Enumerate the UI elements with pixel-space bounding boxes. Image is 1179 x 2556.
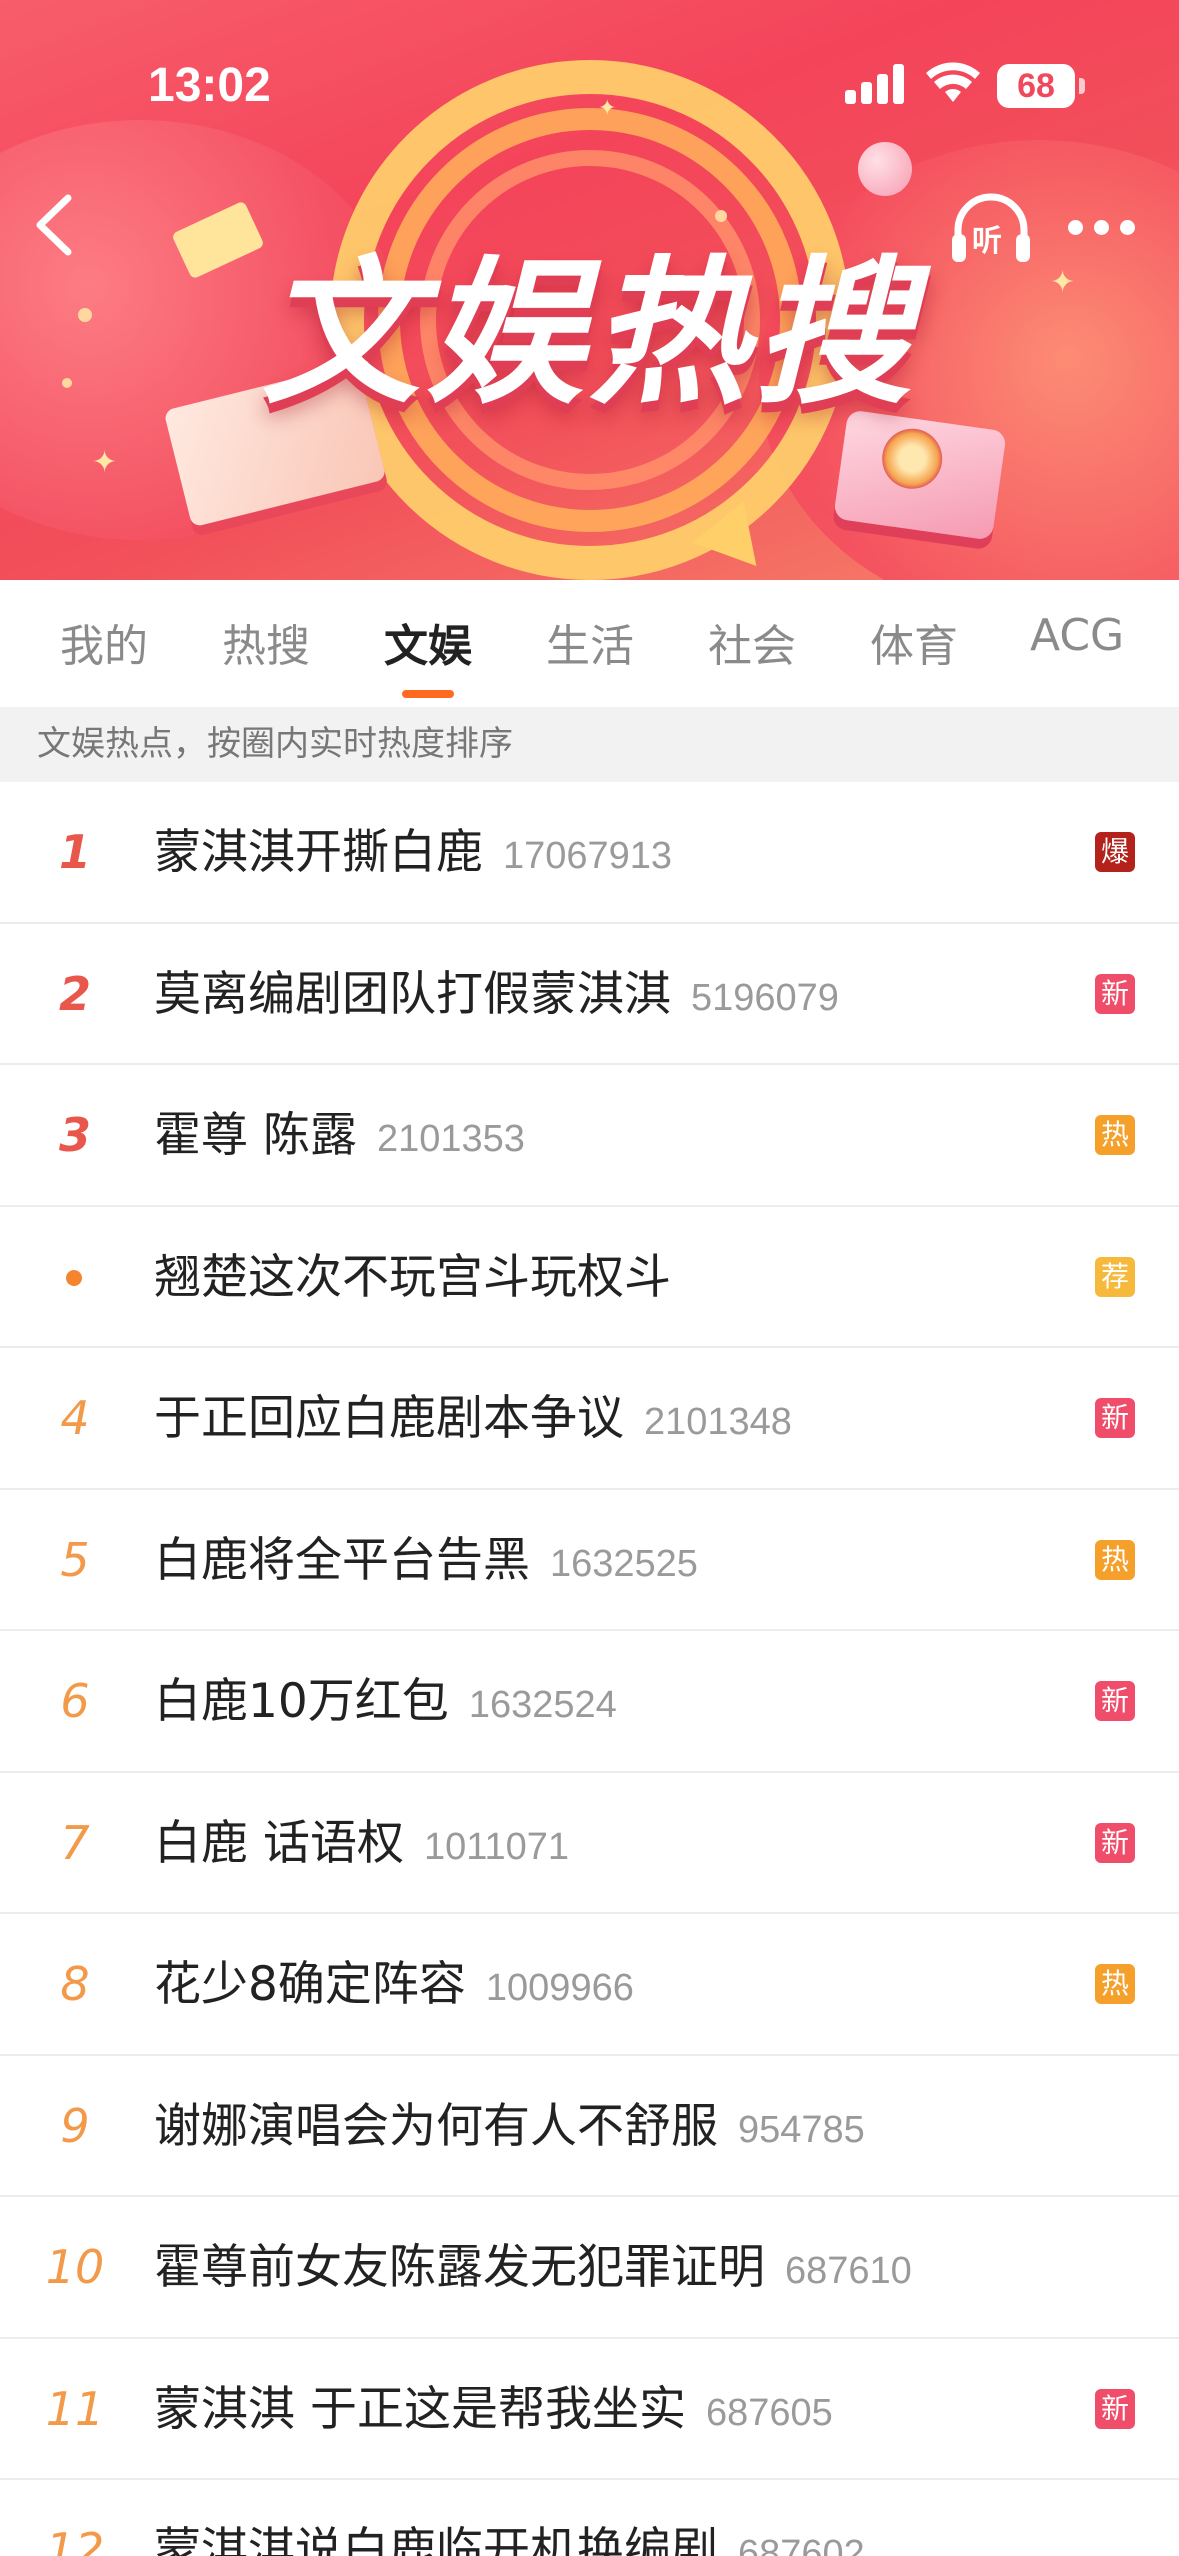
new-badge: 新 (1095, 973, 1135, 1014)
more-options-icon[interactable] (1068, 218, 1138, 238)
tab-life[interactable]: 生活 (546, 610, 634, 690)
hot-badge: 热 (1095, 1964, 1135, 2004)
battery-indicator: 68 (997, 64, 1085, 108)
item-title: 蒙淇淇 于正这是帮我坐实 (154, 2381, 686, 2437)
promoted-list-item[interactable]: 翘楚这次不玩宫斗玩权斗 荐 (0, 1207, 1179, 1348)
hot-badge: 热 (1095, 1539, 1135, 1580)
item-title: 花少8确定阵容 (154, 1957, 466, 2012)
planet-icon (858, 142, 912, 196)
list-item[interactable]: 3 霍尊 陈露 2101353 热 (0, 1065, 1179, 1207)
promoted-dot-icon (66, 1269, 82, 1286)
heat-count: 1011071 (423, 1825, 570, 1868)
banner-dot (715, 210, 727, 222)
back-arrow-icon[interactable] (24, 190, 84, 260)
list-item[interactable]: 6 白鹿10万红包 1632524 新 (0, 1631, 1179, 1773)
heat-count: 2101348 (644, 1401, 792, 1443)
rank-number: 8 (60, 1957, 90, 2011)
heat-count: 687605 (705, 2391, 833, 2434)
heat-count: 17067913 (503, 835, 673, 877)
status-time: 13:02 (148, 59, 271, 112)
item-title: 谢娜演唱会为何有人不舒服 (154, 2098, 718, 2154)
rank-number: 2 (58, 966, 91, 1021)
tab-acg[interactable]: ACG (1030, 610, 1124, 690)
page-title: 文娱热搜 (261, 242, 918, 426)
list-item[interactable]: 5 白鹿将全平台告黑 1632525 热 (0, 1490, 1179, 1631)
item-title: 白鹿 话语权 (154, 1815, 404, 1871)
rank-number: 5 (60, 1532, 90, 1587)
heat-count: 687610 (785, 2250, 912, 2292)
cellular-signal-icon (845, 64, 909, 104)
item-title: 莫离编剧团队打假蒙淇淇 (154, 966, 671, 1022)
category-tabs: 我的 热搜 文娱 生活 社会 体育 ACG (0, 580, 1179, 707)
rank-number: 4 (60, 1391, 90, 1445)
sparkle-icon: ✦ (92, 445, 118, 480)
explosive-badge: 爆 (1095, 832, 1135, 872)
list-item[interactable]: 4 于正回应白鹿剧本争议 2101348 新 (0, 1348, 1179, 1490)
item-title: 白鹿10万红包 (154, 1674, 449, 1729)
new-badge: 新 (1095, 1822, 1135, 1863)
list-item[interactable]: 7 白鹿 话语权 1011071 新 (0, 1773, 1179, 1914)
heat-count: 1009966 (485, 1967, 634, 2009)
hot-search-list: 1 蒙淇淇开撕白鹿 17067913 爆 2 莫离编剧团队打假蒙淇淇 5196079… (0, 782, 1179, 2556)
header-banner: ✦ ✦ ✦ 文娱热搜 13:02 68 听 (0, 0, 1179, 580)
recommended-badge: 荐 (1095, 1256, 1135, 1297)
tab-hot-search[interactable]: 热搜 (222, 610, 310, 690)
item-title: 白鹿将全平台告黑 (154, 1532, 530, 1588)
rank-number: 12 (45, 2523, 105, 2556)
item-title: 于正回应白鹿剧本争议 (154, 1391, 624, 1446)
item-title: 霍尊前女友陈露发无犯罪证明 (154, 2240, 765, 2295)
tab-society[interactable]: 社会 (708, 610, 796, 690)
new-badge: 新 (1095, 1398, 1135, 1438)
listen-label: 听 (972, 224, 1002, 259)
rank-number: 10 (45, 2240, 105, 2294)
list-item[interactable]: 11 蒙淇淇 于正这是帮我坐实 687605 新 (0, 2339, 1179, 2480)
rank-number: 6 (60, 1674, 90, 1728)
list-description: 文娱热点，按圈内实时热度排序 (0, 707, 1179, 782)
tab-mine[interactable]: 我的 (60, 610, 148, 690)
heat-count: 5196079 (691, 976, 839, 1019)
item-title: 蒙淇淇说白鹿临开机换编剧 (154, 2523, 718, 2556)
heat-count: 1632525 (550, 1542, 698, 1585)
rank-number: 7 (60, 1815, 90, 1870)
camera-icon (833, 409, 1007, 541)
heat-count: 1632524 (468, 1684, 617, 1726)
list-item[interactable]: 12 蒙淇淇说白鹿临开机换编剧 687602 (0, 2480, 1179, 2556)
item-title: 蒙淇淇开撕白鹿 (154, 825, 483, 880)
list-item[interactable]: 2 莫离编剧团队打假蒙淇淇 5196079 新 (0, 924, 1179, 1065)
heat-count: 687602 (738, 2533, 865, 2556)
rank-number: 9 (60, 2098, 90, 2153)
list-item[interactable]: 8 花少8确定阵容 1009966 热 (0, 1914, 1179, 2056)
new-badge: 新 (1095, 2388, 1135, 2429)
sparkle-icon: ✦ (598, 96, 617, 121)
tab-entertainment[interactable]: 文娱 (384, 610, 472, 690)
rank-number: 11 (45, 2381, 105, 2436)
list-item[interactable]: 10 霍尊前女友陈露发无犯罪证明 687610 (0, 2197, 1179, 2339)
wifi-icon (926, 62, 980, 102)
active-tab-indicator (402, 690, 454, 698)
rank-number: 1 (58, 825, 91, 879)
heat-count: 2101353 (376, 1118, 525, 1160)
listen-button[interactable]: 听 (948, 190, 1034, 266)
list-item[interactable]: 1 蒙淇淇开撕白鹿 17067913 爆 (0, 782, 1179, 924)
list-item[interactable]: 9 谢娜演唱会为何有人不舒服 954785 (0, 2056, 1179, 2197)
rank-number: 3 (58, 1108, 91, 1162)
item-title: 霍尊 陈露 (154, 1108, 357, 1163)
new-badge: 新 (1095, 1681, 1135, 1721)
item-title: 翘楚这次不玩宫斗玩权斗 (154, 1249, 671, 1305)
tab-sports[interactable]: 体育 (870, 610, 958, 690)
heat-count: 954785 (738, 2108, 865, 2151)
hot-badge: 热 (1095, 1115, 1135, 1155)
